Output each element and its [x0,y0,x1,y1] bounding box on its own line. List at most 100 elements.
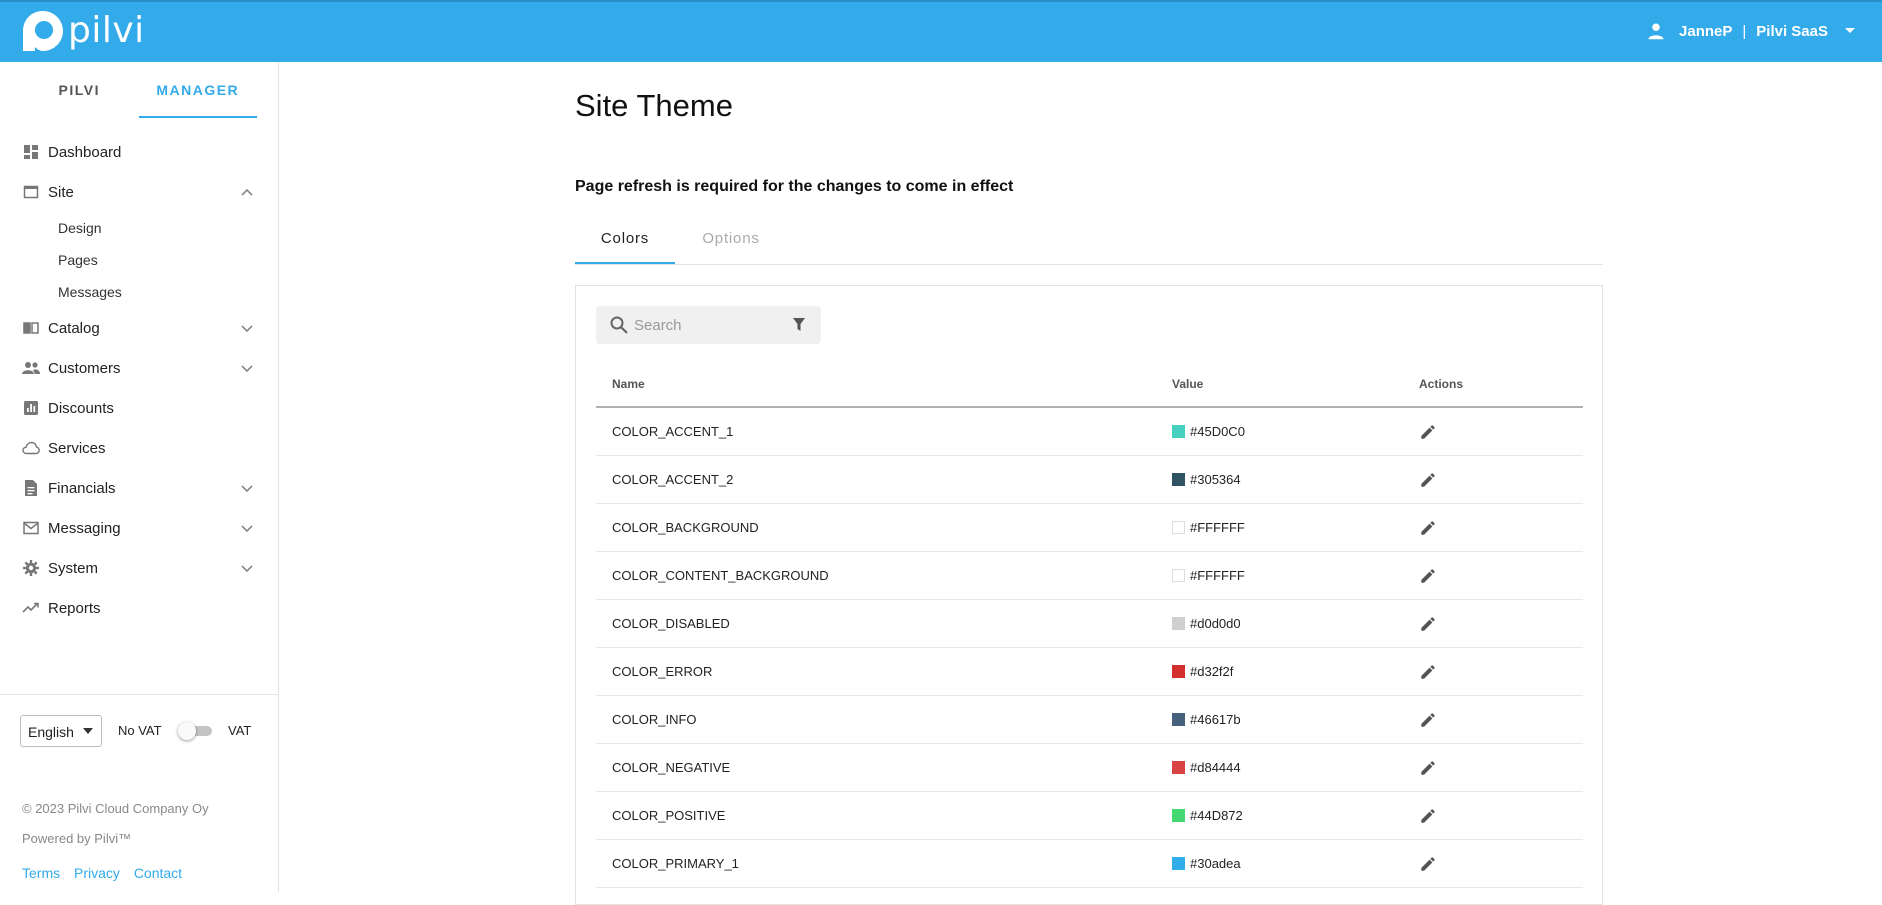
color-name: COLOR_ACCENT_1 [612,424,734,439]
sidebar: PILVI MANAGER Dashboard Site Design Page… [0,62,279,892]
pilvi-logo-mark-icon [23,11,63,51]
color-swatch [1172,617,1185,630]
user-menu[interactable]: JanneP | Pilvi SaaS [1647,2,1856,60]
search-input[interactable] [634,306,784,344]
color-name-cell: COLOR_DISABLED [596,599,1156,648]
color-value-cell: #45D0C0 [1156,407,1403,456]
color-swatch [1172,521,1185,534]
sidebar-item-customers[interactable]: Customers [0,348,279,388]
edit-icon[interactable] [1419,423,1437,441]
color-name: COLOR_ERROR [612,664,713,679]
edit-icon[interactable] [1419,615,1437,633]
color-name: COLOR_BACKGROUND [612,520,759,535]
edit-icon[interactable] [1419,759,1437,777]
table-row: COLOR_ERROR #d32f2f [596,647,1583,696]
sidebar-item-financials[interactable]: Financials [0,468,279,508]
color-name: COLOR_ACCENT_2 [612,472,734,487]
language-select[interactable]: English [20,715,102,747]
color-swatch [1172,713,1185,726]
color-value: #FFFFFF [1190,520,1245,535]
dashboard-icon [22,143,40,161]
people-icon [22,359,40,377]
privacy-link[interactable]: Privacy [74,865,120,881]
actions-cell [1403,743,1583,792]
sidebar-footer: English No VAT VAT © 2023 Pilvi Cloud Co… [0,694,278,881]
sidebar-item-site[interactable]: Site [0,172,279,212]
color-name: COLOR_POSITIVE [612,808,726,823]
color-value-cell: #44D872 [1156,791,1403,840]
pilvi-logo[interactable]: pilvi [22,10,145,52]
table-row: COLOR_DISABLED #d0d0d0 [596,599,1583,648]
actions-cell [1403,551,1583,600]
search-icon [610,316,628,334]
sidebar-item-services[interactable]: Services [0,428,279,468]
color-name: COLOR_DISABLED [612,616,730,631]
organization-name: Pilvi SaaS [1756,22,1828,40]
tab-colors[interactable]: Colors [575,216,675,264]
terms-link[interactable]: Terms [22,865,60,881]
sidebar-item-label: Catalog [48,319,100,337]
color-value: #FFFFFF [1190,568,1245,583]
colors-card: Name Value Actions COLOR_ACCENT_1 #45D0C… [575,285,1603,905]
color-swatch [1172,857,1185,870]
window-icon [22,183,40,201]
column-header-value[interactable]: Value [1156,362,1403,408]
edit-icon[interactable] [1419,711,1437,729]
sidebar-item-dashboard[interactable]: Dashboard [0,132,279,172]
actions-cell [1403,647,1583,696]
color-swatch [1172,425,1185,438]
color-swatch [1172,473,1185,486]
color-name-cell: COLOR_PRIMARY_1 [596,839,1156,888]
edit-icon[interactable] [1419,807,1437,825]
sidebar-item-label: Financials [48,479,116,497]
tab-options[interactable]: Options [681,216,781,264]
contact-link[interactable]: Contact [134,865,182,881]
user-name: JanneP [1679,22,1733,40]
sidebar-item-reports[interactable]: Reports [0,588,279,628]
actions-cell [1403,599,1583,648]
chevron-down-icon [241,325,253,333]
table-body: COLOR_ACCENT_1 #45D0C0 COLOR_ACCENT_2 #3… [596,407,1583,888]
sidebar-item-discounts[interactable]: Discounts [0,388,279,428]
table-row: COLOR_PRIMARY_1 #30adea [596,839,1583,888]
color-value: #45D0C0 [1190,424,1245,439]
vat-toggle[interactable] [178,722,212,740]
chart-box-icon [22,399,40,417]
color-value: #d84444 [1190,760,1241,775]
edit-icon[interactable] [1419,519,1437,537]
no-vat-label: No VAT [118,723,162,738]
table-row: COLOR_NEGATIVE #d84444 [596,743,1583,792]
refresh-notice: Page refresh is required for the changes… [575,178,1014,195]
sidebar-item-messaging[interactable]: Messaging [0,508,279,548]
column-header-name[interactable]: Name [596,362,1156,408]
edit-icon[interactable] [1419,471,1437,489]
color-name-cell: COLOR_ERROR [596,647,1156,696]
color-value: #30adea [1190,856,1241,871]
color-name: COLOR_CONTENT_BACKGROUND [612,568,829,583]
sidebar-item-system[interactable]: System [0,548,279,588]
actions-cell [1403,407,1583,456]
logo-text: pilvi [68,10,145,51]
sidebar-tab-manager[interactable]: MANAGER [138,62,257,118]
color-name-cell: COLOR_ACCENT_1 [596,407,1156,456]
color-name: COLOR_PRIMARY_1 [612,856,739,871]
sidebar-subitem-messages[interactable]: Messages [0,276,279,308]
vat-toggle-knob [178,722,196,740]
color-value-cell: #30adea [1156,839,1403,888]
footer-links: Terms Privacy Contact [22,865,192,881]
sidebar-subitem-pages[interactable]: Pages [0,244,279,276]
sidebar-subitem-design[interactable]: Design [0,212,279,244]
color-value: #46617b [1190,712,1241,727]
edit-icon[interactable] [1419,855,1437,873]
sidebar-item-catalog[interactable]: Catalog [0,308,279,348]
sidebar-tabs: PILVI MANAGER [20,62,257,118]
color-name-cell: COLOR_CONTENT_BACKGROUND [596,551,1156,600]
color-swatch [1172,665,1185,678]
edit-icon[interactable] [1419,663,1437,681]
edit-icon[interactable] [1419,567,1437,585]
filter-icon[interactable] [793,318,805,331]
actions-cell [1403,455,1583,504]
color-name: COLOR_NEGATIVE [612,760,731,775]
sidebar-tab-pilvi[interactable]: PILVI [20,62,139,118]
search-box [596,306,821,344]
